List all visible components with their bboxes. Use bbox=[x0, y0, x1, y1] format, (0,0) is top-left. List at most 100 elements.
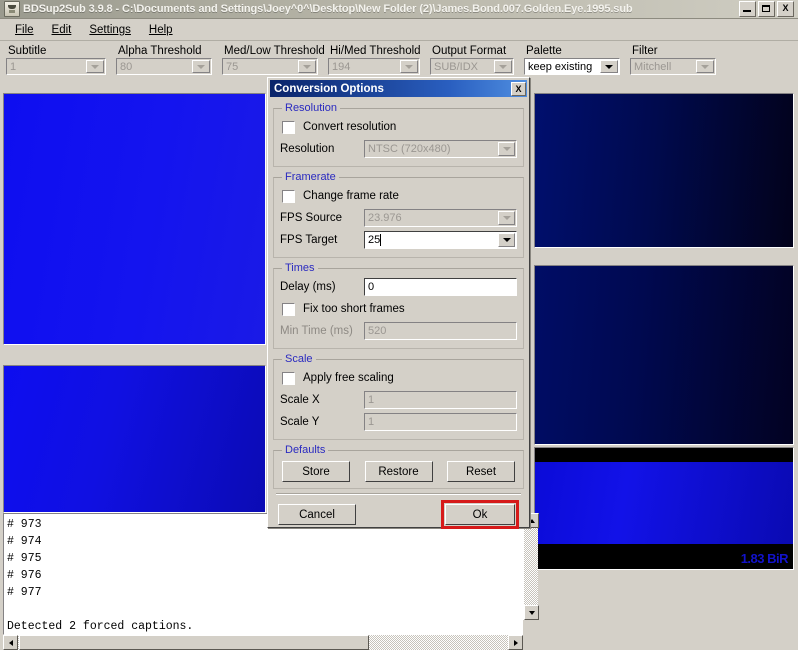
menu-item-edit[interactable]: Edit bbox=[43, 22, 81, 38]
text-caret bbox=[380, 234, 382, 246]
scale-x-label: Scale X bbox=[280, 394, 320, 406]
resolution-label: Resolution bbox=[280, 143, 335, 155]
subtitle-image-target-middle bbox=[535, 266, 793, 444]
preview-watermark: 1.83 BiR bbox=[740, 551, 789, 566]
apply-free-scaling-checkbox[interactable] bbox=[282, 371, 295, 385]
fix-short-frames-label: Fix too short frames bbox=[303, 303, 405, 315]
subtitle-image-target-bottom bbox=[535, 462, 793, 544]
conversion-options-dialog: Conversion Options X Resolution Convert … bbox=[267, 77, 530, 529]
fps-target-row: FPS Target 25 bbox=[280, 229, 517, 251]
delay-row: Delay (ms) 0 bbox=[280, 276, 517, 298]
delay-input[interactable]: 0 bbox=[364, 278, 517, 296]
output-format-combo[interactable]: SUB/IDX bbox=[430, 58, 514, 75]
fix-short-frames-row[interactable]: Fix too short frames bbox=[282, 298, 517, 320]
chevron-down-icon[interactable] bbox=[192, 60, 210, 73]
target-preview-middle[interactable] bbox=[534, 265, 794, 445]
palette-combo[interactable]: keep existing bbox=[524, 58, 620, 75]
menu-item-help[interactable]: Help bbox=[140, 22, 182, 38]
convert-resolution-label: Convert resolution bbox=[303, 121, 397, 133]
log-line: # 976 bbox=[7, 569, 42, 582]
alpha-threshold-combo[interactable]: 80 bbox=[116, 58, 212, 75]
log-horizontal-scrollbar[interactable] bbox=[3, 635, 523, 650]
scale-y-row: Scale Y 1 bbox=[280, 411, 517, 433]
control-palette: Palette keep existing bbox=[524, 42, 624, 75]
chevron-down-icon[interactable] bbox=[696, 60, 714, 73]
framerate-group: Framerate Change frame rate FPS Source 2… bbox=[273, 171, 524, 258]
scale-y-input[interactable]: 1 bbox=[364, 413, 517, 431]
resolution-row: Resolution NTSC (720x480) bbox=[280, 138, 517, 160]
control-med-low-threshold-label: Med/Low Threshold bbox=[224, 45, 325, 57]
chevron-down-icon[interactable] bbox=[400, 60, 418, 73]
dialog-title: Conversion Options bbox=[274, 82, 384, 95]
scroll-left-icon[interactable] bbox=[3, 635, 18, 650]
change-frame-rate-checkbox[interactable] bbox=[282, 189, 295, 203]
log-vertical-scrollbar[interactable] bbox=[523, 513, 539, 620]
filter-combo[interactable]: Mitchell bbox=[630, 58, 716, 75]
control-subtitle: Subtitle 1 bbox=[6, 42, 110, 75]
fps-source-combo[interactable]: 23.976 bbox=[364, 209, 517, 227]
maximize-icon[interactable] bbox=[758, 1, 775, 17]
apply-free-scaling-row[interactable]: Apply free scaling bbox=[282, 367, 517, 389]
fix-short-frames-checkbox[interactable] bbox=[282, 302, 295, 316]
chevron-down-icon[interactable] bbox=[498, 233, 515, 247]
chevron-down-icon[interactable] bbox=[498, 142, 515, 156]
scale-x-input[interactable]: 1 bbox=[364, 391, 517, 409]
menu-item-file[interactable]: File bbox=[6, 22, 43, 38]
ok-button-highlight: Ok bbox=[441, 500, 519, 529]
target-preview-top[interactable] bbox=[534, 93, 794, 248]
source-preview-top[interactable] bbox=[3, 93, 266, 345]
cancel-button[interactable]: Cancel bbox=[278, 504, 356, 525]
fps-target-value: 25 bbox=[368, 234, 381, 246]
minimize-icon[interactable] bbox=[739, 1, 756, 17]
scroll-down-icon[interactable] bbox=[524, 605, 539, 620]
min-time-input[interactable]: 520 bbox=[364, 322, 517, 340]
defaults-button-row: Store Restore Reset bbox=[280, 458, 517, 484]
dialog-close-icon[interactable]: X bbox=[511, 81, 526, 96]
med-low-threshold-value: 75 bbox=[223, 59, 298, 74]
source-preview-bottom[interactable] bbox=[3, 365, 266, 513]
change-frame-rate-row[interactable]: Change frame rate bbox=[282, 185, 517, 207]
log-output-panel[interactable]: # 973 # 974 # 975 # 976 # 977 Detected 2… bbox=[3, 513, 523, 635]
log-status-line: Detected 2 forced captions. bbox=[7, 620, 194, 633]
resolution-combo[interactable]: NTSC (720x480) bbox=[364, 140, 517, 158]
control-med-low-threshold: Med/Low Threshold 75 bbox=[222, 42, 325, 75]
resolution-combo-value: NTSC (720x480) bbox=[368, 143, 451, 155]
resolution-group: Resolution Convert resolution Resolution… bbox=[273, 102, 524, 167]
convert-resolution-row[interactable]: Convert resolution bbox=[282, 116, 517, 138]
control-subtitle-label: Subtitle bbox=[8, 45, 47, 57]
min-time-label: Min Time (ms) bbox=[280, 325, 353, 337]
restore-button[interactable]: Restore bbox=[364, 461, 433, 482]
horizontal-scroll-thumb[interactable] bbox=[19, 635, 369, 650]
fps-target-value-wrap: 25 bbox=[365, 232, 497, 248]
chevron-down-icon[interactable] bbox=[494, 60, 512, 73]
fps-target-combo[interactable]: 25 bbox=[364, 231, 517, 249]
chevron-down-icon[interactable] bbox=[86, 60, 104, 73]
control-hi-med-threshold-label: Hi/Med Threshold bbox=[330, 45, 421, 57]
chevron-down-icon[interactable] bbox=[498, 211, 515, 225]
menu-item-settings[interactable]: Settings bbox=[80, 22, 140, 38]
subtitle-combo[interactable]: 1 bbox=[6, 58, 106, 75]
scroll-right-icon[interactable] bbox=[508, 635, 523, 650]
scale-group: Scale Apply free scaling Scale X 1 Scale… bbox=[273, 353, 524, 440]
log-line: # 977 bbox=[7, 586, 42, 599]
reset-button[interactable]: Reset bbox=[447, 461, 515, 482]
store-button[interactable]: Store bbox=[282, 461, 350, 482]
control-output-format: Output Format SUB/IDX bbox=[430, 42, 518, 75]
fps-source-label: FPS Source bbox=[280, 212, 342, 224]
change-frame-rate-label: Change frame rate bbox=[303, 190, 399, 202]
subtitle-combo-value: 1 bbox=[7, 59, 86, 74]
ok-button[interactable]: Ok bbox=[445, 504, 515, 525]
window-title-bar: BDSup2Sub 3.9.8 - C:\Documents and Setti… bbox=[0, 0, 798, 19]
close-icon[interactable]: X bbox=[777, 1, 794, 17]
window-title: BDSup2Sub 3.9.8 - C:\Documents and Setti… bbox=[23, 3, 633, 15]
apply-free-scaling-label: Apply free scaling bbox=[303, 372, 394, 384]
med-low-threshold-combo[interactable]: 75 bbox=[222, 58, 318, 75]
convert-resolution-checkbox[interactable] bbox=[282, 120, 295, 134]
chevron-down-icon[interactable] bbox=[298, 60, 316, 73]
control-alpha-threshold: Alpha Threshold 80 bbox=[116, 42, 216, 75]
chevron-down-icon[interactable] bbox=[600, 60, 618, 73]
min-time-row: Min Time (ms) 520 bbox=[280, 320, 517, 342]
hi-med-threshold-combo[interactable]: 194 bbox=[328, 58, 420, 75]
scale-x-row: Scale X 1 bbox=[280, 389, 517, 411]
target-preview-bottom[interactable]: 1.83 BiR bbox=[534, 447, 794, 570]
